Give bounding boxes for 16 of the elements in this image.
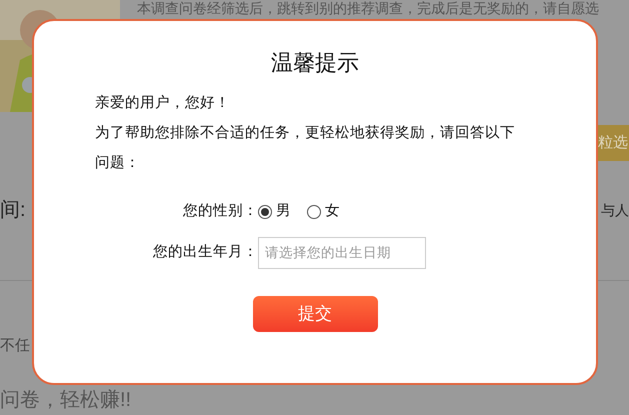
field-label: 您的性别： bbox=[182, 202, 258, 221]
radio-button[interactable] bbox=[307, 204, 321, 219]
badge: 粒选 bbox=[598, 125, 629, 161]
task-text: 不任 bbox=[0, 336, 30, 356]
radio-button[interactable] bbox=[258, 204, 272, 219]
date-field[interactable]: 请选择您的出生日期 bbox=[258, 236, 426, 269]
intro-text: 本调查问卷经筛选后，跳转到别的推荐调查，完成后是无奖励的，请自愿选 bbox=[136, 0, 599, 16]
label-text: 与人 bbox=[601, 201, 629, 220]
dialog-title: 温馨提示 bbox=[271, 49, 359, 77]
radio-option[interactable]: 男 bbox=[258, 201, 291, 223]
message-text: 为了帮助您排除不合适的任务，更轻松地获得奖励，请回答以下问题： bbox=[95, 124, 516, 173]
label-text: 间: bbox=[0, 198, 26, 223]
greeting-text: 亲爱的用户，您好！ bbox=[95, 94, 231, 113]
field-label: 您的出生年月： bbox=[152, 242, 258, 262]
radio-option[interactable]: 女 bbox=[307, 201, 340, 223]
slogan-text: 问卷，轻松赚!! bbox=[0, 388, 132, 413]
